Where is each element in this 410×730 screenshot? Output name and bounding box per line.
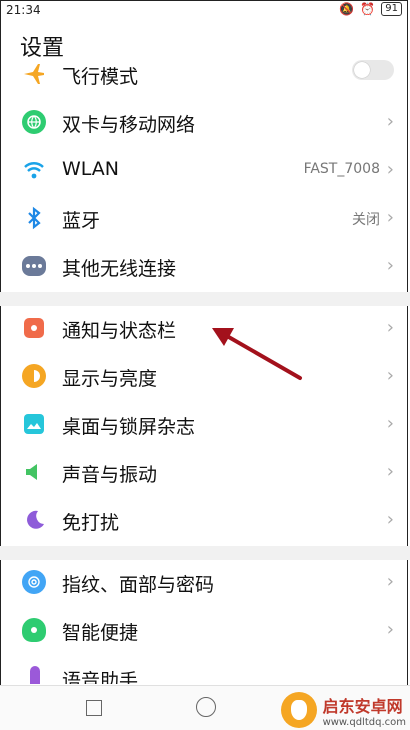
row-voice-assistant[interactable]: 语音助手 — [0, 654, 410, 684]
bluetooth-status-value: 关闭 — [352, 212, 380, 228]
watermark-text: 启东安卓网 www.qdltdq.com — [323, 693, 406, 728]
chevron-right-icon: › — [386, 317, 394, 338]
chevron-right-icon: › — [386, 509, 394, 530]
bell-off-icon: 🔕 — [339, 2, 355, 16]
brightness-icon — [22, 364, 46, 388]
voice-assistant-icon — [30, 666, 40, 684]
chevron-right-icon: › — [386, 207, 394, 228]
wlan-network-value: FAST_7008 — [303, 161, 380, 177]
row-label: 其他无线连接 — [62, 258, 177, 280]
row-label: 飞行模式 — [62, 66, 139, 88]
battery-icon: 91 — [381, 2, 402, 16]
status-icons: 🔕 ⏰ 91 — [339, 2, 402, 16]
wifi-icon — [22, 158, 46, 182]
status-time: 21:34 — [6, 3, 41, 17]
annotation-arrow-icon — [212, 328, 302, 380]
recents-button[interactable] — [86, 700, 102, 716]
watermark: 启东安卓网 www.qdltdq.com — [280, 692, 406, 728]
chevron-right-icon: › — [386, 255, 394, 276]
row-label: 免打扰 — [62, 512, 120, 534]
wallpaper-icon — [24, 414, 44, 434]
bluetooth-icon — [22, 206, 46, 230]
row-label: 显示与亮度 — [62, 368, 158, 390]
row-fingerprint-face-password[interactable]: 指纹、面部与密码 › — [0, 558, 410, 606]
row-label: WLAN — [62, 158, 120, 180]
smart-head-icon — [22, 618, 46, 642]
airplane-icon — [22, 62, 46, 86]
row-dual-sim[interactable]: 双卡与移动网络 › — [0, 98, 410, 146]
notification-icon — [24, 318, 44, 338]
row-label: 声音与振动 — [62, 464, 158, 486]
row-smart-convenience[interactable]: 智能便捷 › — [0, 606, 410, 654]
row-wlan[interactable]: WLAN FAST_7008 › — [0, 146, 410, 194]
watermark-logo-icon — [280, 692, 317, 728]
globe-icon — [22, 110, 46, 134]
airplane-mode-toggle[interactable] — [352, 60, 394, 80]
row-label: 指纹、面部与密码 — [62, 574, 215, 596]
fingerprint-icon — [22, 570, 46, 594]
row-display-brightness[interactable]: 显示与亮度 › — [0, 352, 410, 400]
more-dots-icon — [22, 256, 46, 276]
row-wallpaper-lockscreen[interactable]: 桌面与锁屏杂志 › — [0, 400, 410, 448]
chevron-right-icon: › — [386, 571, 394, 592]
toggle-knob — [354, 62, 370, 78]
chevron-right-icon: › — [386, 365, 394, 386]
watermark-url: www.qdltdq.com — [322, 716, 406, 728]
alarm-icon: ⏰ — [360, 2, 376, 16]
row-other-wireless[interactable]: 其他无线连接 › — [0, 242, 410, 290]
chevron-right-icon: › — [386, 461, 394, 482]
chevron-right-icon: › — [386, 159, 394, 180]
row-notifications[interactable]: 通知与状态栏 › — [0, 304, 410, 352]
row-sound-vibration[interactable]: 声音与振动 › — [0, 448, 410, 496]
row-label: 蓝牙 — [62, 210, 101, 232]
row-label: 双卡与移动网络 — [62, 114, 196, 136]
row-label: 语音助手 — [62, 670, 139, 684]
row-label: 智能便捷 — [62, 622, 139, 644]
row-airplane-mode[interactable]: 飞行模式 — [0, 50, 410, 98]
status-bar: 21:34 🔕 ⏰ 91 — [0, 0, 410, 20]
home-button[interactable] — [196, 697, 216, 717]
row-bluetooth[interactable]: 蓝牙 关闭 › — [0, 194, 410, 242]
row-label: 通知与状态栏 — [62, 320, 177, 342]
speaker-icon — [22, 460, 46, 484]
row-do-not-disturb[interactable]: 免打扰 › — [0, 496, 410, 544]
watermark-title: 启东安卓网 — [322, 696, 403, 716]
chevron-right-icon: › — [386, 619, 394, 640]
row-label: 桌面与锁屏杂志 — [62, 416, 196, 438]
moon-icon — [22, 508, 46, 532]
chevron-right-icon: › — [386, 413, 394, 434]
chevron-right-icon: › — [386, 111, 394, 132]
